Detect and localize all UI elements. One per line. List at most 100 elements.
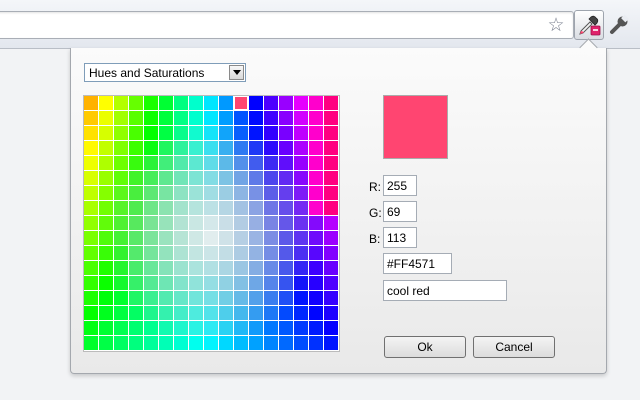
color-swatch[interactable]	[129, 96, 144, 111]
color-swatch[interactable]	[234, 111, 249, 126]
color-swatch[interactable]	[99, 111, 114, 126]
color-swatch[interactable]	[189, 111, 204, 126]
color-swatch[interactable]	[99, 96, 114, 111]
color-swatch[interactable]	[204, 321, 219, 336]
color-swatch[interactable]	[189, 246, 204, 261]
color-swatch[interactable]	[84, 171, 99, 186]
color-swatch[interactable]	[264, 321, 279, 336]
color-swatch[interactable]	[159, 96, 174, 111]
color-swatch[interactable]	[114, 201, 129, 216]
color-swatch[interactable]	[204, 201, 219, 216]
color-swatch[interactable]	[294, 171, 309, 186]
color-swatch[interactable]	[129, 201, 144, 216]
color-swatch[interactable]	[189, 201, 204, 216]
color-swatch[interactable]	[309, 216, 324, 231]
color-swatch[interactable]	[99, 141, 114, 156]
color-swatch[interactable]	[219, 141, 234, 156]
color-swatch[interactable]	[174, 216, 189, 231]
color-swatch[interactable]	[234, 231, 249, 246]
color-swatch[interactable]	[174, 111, 189, 126]
color-swatch[interactable]	[204, 171, 219, 186]
color-swatch[interactable]	[249, 336, 264, 351]
color-swatch[interactable]	[219, 186, 234, 201]
wrench-icon[interactable]	[608, 14, 630, 36]
color-swatch[interactable]	[114, 111, 129, 126]
color-name-input[interactable]	[383, 280, 507, 301]
color-swatch[interactable]	[204, 96, 219, 111]
color-swatch[interactable]	[279, 261, 294, 276]
color-swatch[interactable]	[129, 321, 144, 336]
color-swatch[interactable]	[114, 156, 129, 171]
color-swatch[interactable]	[294, 231, 309, 246]
color-swatch[interactable]	[144, 336, 159, 351]
color-swatch[interactable]	[249, 231, 264, 246]
color-swatch[interactable]	[279, 141, 294, 156]
color-swatch[interactable]	[204, 231, 219, 246]
color-swatch[interactable]	[84, 246, 99, 261]
color-swatch[interactable]	[309, 171, 324, 186]
color-swatch[interactable]	[234, 156, 249, 171]
color-swatch[interactable]	[174, 186, 189, 201]
color-swatch[interactable]	[309, 186, 324, 201]
color-swatch[interactable]	[129, 186, 144, 201]
eyedropper-extension-button[interactable]	[574, 10, 604, 40]
color-swatch[interactable]	[204, 276, 219, 291]
color-swatch[interactable]	[249, 291, 264, 306]
color-swatch[interactable]	[159, 306, 174, 321]
color-swatch[interactable]	[309, 276, 324, 291]
color-swatch[interactable]	[219, 231, 234, 246]
color-swatch[interactable]	[234, 216, 249, 231]
bookmark-star-icon[interactable]: ☆	[545, 14, 567, 36]
color-swatch[interactable]	[309, 111, 324, 126]
color-swatch[interactable]	[264, 231, 279, 246]
color-swatch[interactable]	[264, 96, 279, 111]
color-swatch[interactable]	[159, 156, 174, 171]
color-swatch[interactable]	[294, 321, 309, 336]
color-swatch[interactable]	[204, 246, 219, 261]
color-swatch[interactable]	[114, 216, 129, 231]
color-swatch[interactable]	[159, 336, 174, 351]
color-swatch[interactable]	[144, 186, 159, 201]
color-swatch[interactable]	[234, 261, 249, 276]
color-swatch[interactable]	[264, 276, 279, 291]
color-swatch[interactable]	[84, 111, 99, 126]
color-swatch[interactable]	[99, 261, 114, 276]
color-swatch[interactable]	[144, 246, 159, 261]
cancel-button[interactable]: Cancel	[473, 336, 555, 358]
color-swatch[interactable]	[144, 171, 159, 186]
color-swatch[interactable]	[234, 126, 249, 141]
color-swatch[interactable]	[219, 336, 234, 351]
color-swatch[interactable]	[279, 111, 294, 126]
color-swatch[interactable]	[219, 306, 234, 321]
color-swatch[interactable]	[99, 246, 114, 261]
color-swatch[interactable]	[114, 306, 129, 321]
color-swatch[interactable]	[99, 276, 114, 291]
color-swatch[interactable]	[129, 276, 144, 291]
color-swatch[interactable]	[249, 156, 264, 171]
color-swatch[interactable]	[99, 186, 114, 201]
color-swatch[interactable]	[324, 156, 339, 171]
color-swatch[interactable]	[324, 126, 339, 141]
color-swatch[interactable]	[234, 321, 249, 336]
color-swatch[interactable]	[189, 156, 204, 171]
color-swatch[interactable]	[99, 321, 114, 336]
color-swatch[interactable]	[309, 141, 324, 156]
color-swatch[interactable]	[294, 291, 309, 306]
color-swatch[interactable]	[234, 96, 249, 111]
color-swatch[interactable]	[279, 246, 294, 261]
chevron-down-icon[interactable]	[229, 65, 244, 80]
color-swatch[interactable]	[174, 306, 189, 321]
color-swatch[interactable]	[219, 216, 234, 231]
color-swatch[interactable]	[279, 126, 294, 141]
color-swatch[interactable]	[99, 126, 114, 141]
color-swatch[interactable]	[234, 306, 249, 321]
color-swatch[interactable]	[279, 321, 294, 336]
color-swatch[interactable]	[309, 246, 324, 261]
color-swatch[interactable]	[294, 201, 309, 216]
color-swatch[interactable]	[159, 201, 174, 216]
color-swatch[interactable]	[324, 321, 339, 336]
color-swatch[interactable]	[264, 291, 279, 306]
color-swatch[interactable]	[204, 291, 219, 306]
color-swatch[interactable]	[84, 96, 99, 111]
color-swatch[interactable]	[84, 276, 99, 291]
